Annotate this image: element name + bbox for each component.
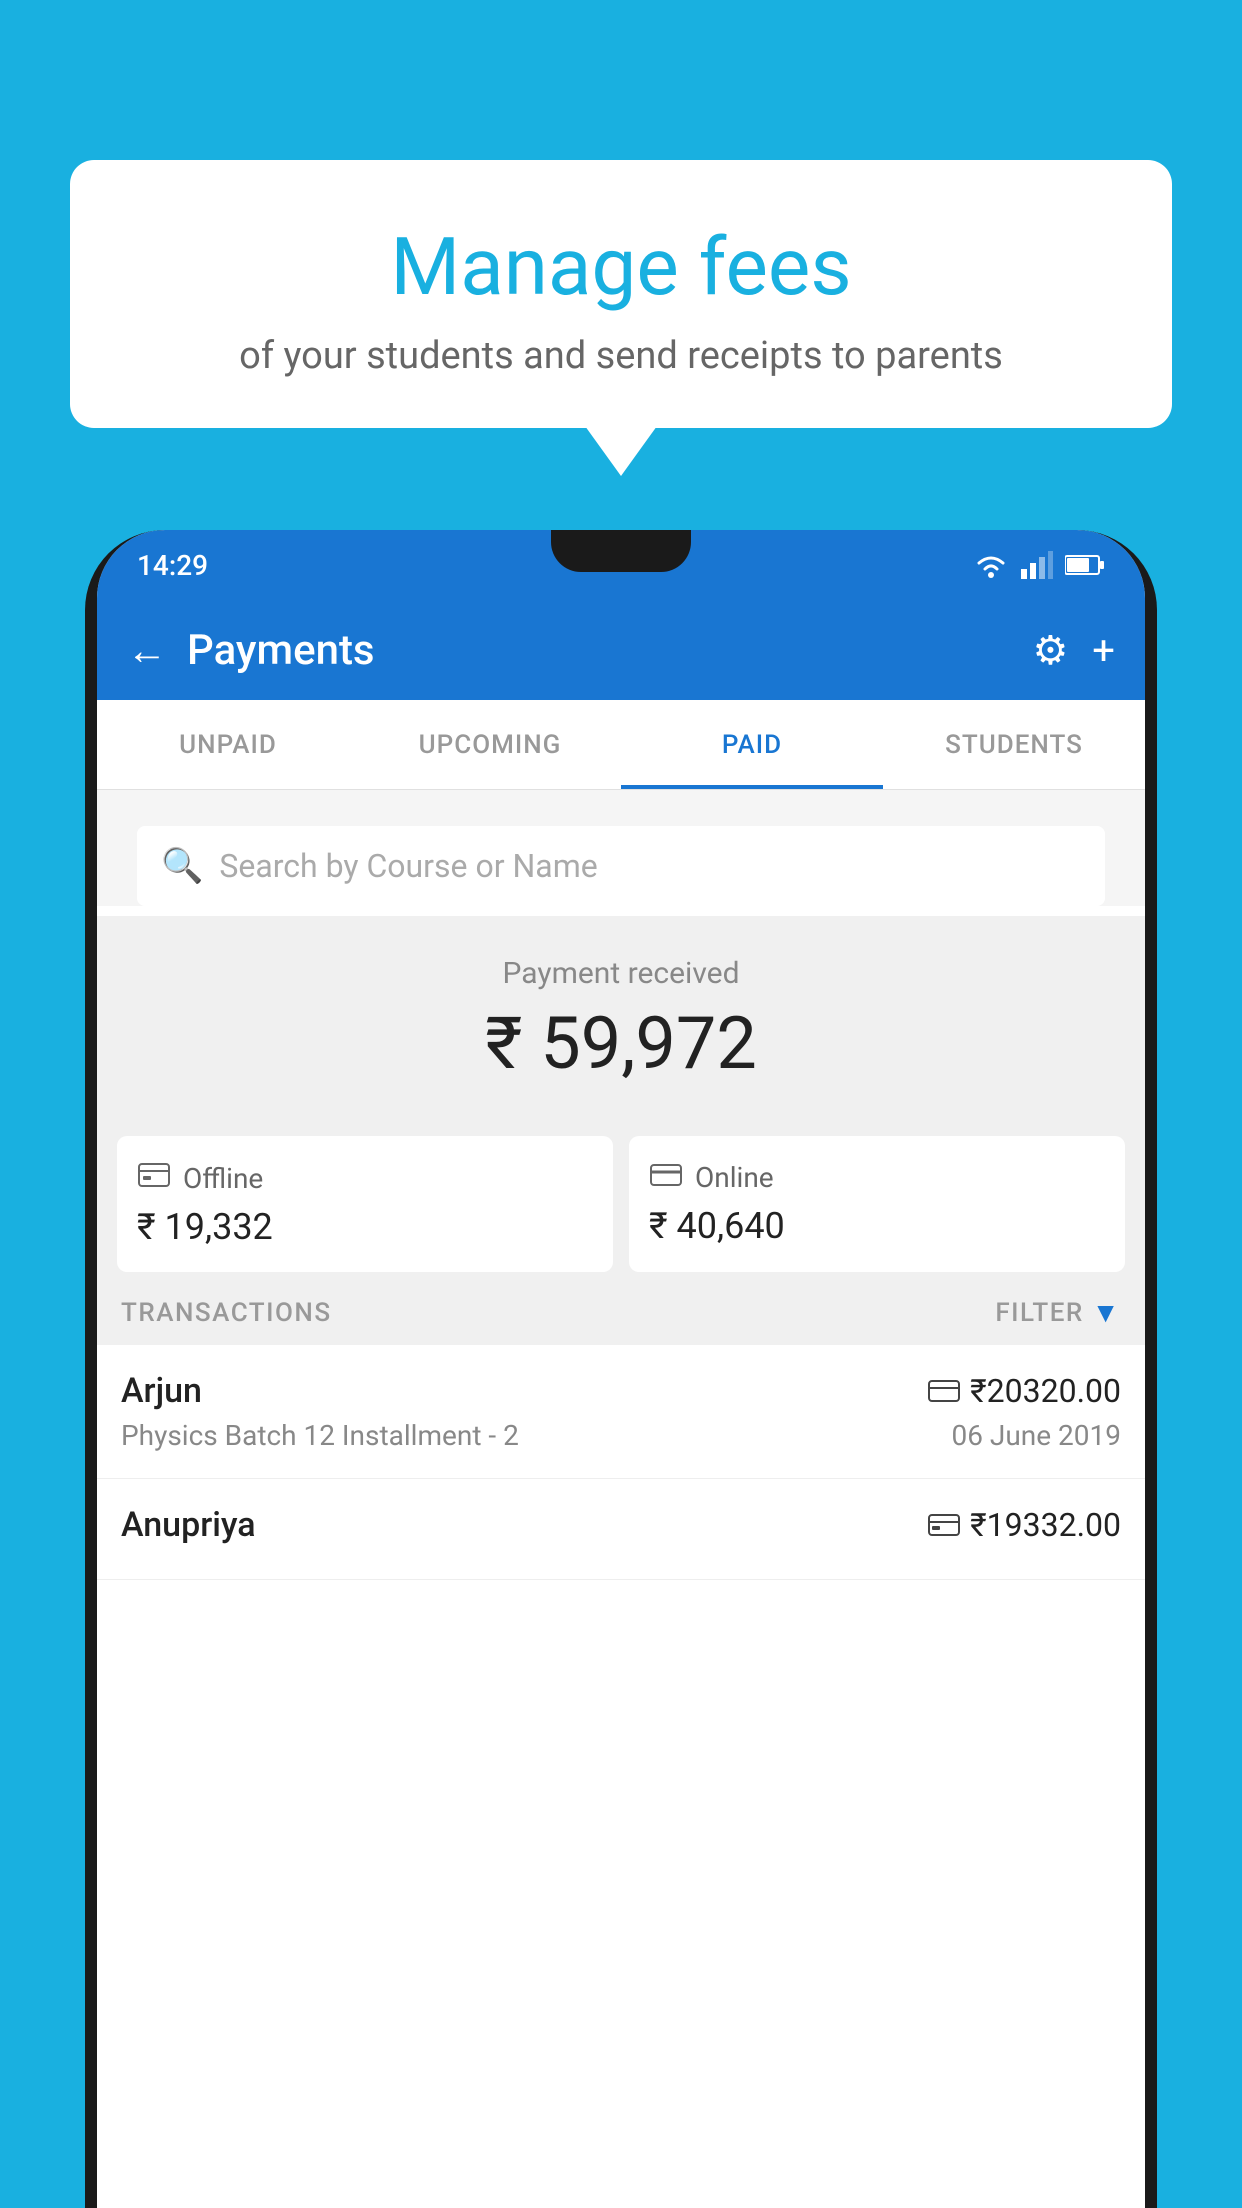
online-amount: ₹ 40,640 — [649, 1205, 1105, 1247]
search-bar[interactable]: 🔍 Search by Course or Name — [137, 826, 1105, 906]
wifi-icon — [973, 551, 1009, 579]
payment-summary: Payment received ₹ 59,972 — [97, 916, 1145, 1116]
transaction-amount-row: ₹20320.00 — [928, 1372, 1121, 1410]
add-icon[interactable]: + — [1092, 627, 1115, 674]
app-title: Payments — [187, 626, 1012, 675]
online-icon — [649, 1160, 683, 1195]
transactions-header: TRANSACTIONS FILTER ▼ — [97, 1272, 1145, 1345]
transaction-name: Anupriya — [121, 1505, 256, 1545]
signal-icon — [1021, 551, 1053, 579]
filter-label: FILTER — [995, 1298, 1083, 1328]
battery-icon — [1065, 554, 1105, 576]
filter-icon: ▼ — [1092, 1296, 1121, 1329]
transaction-item[interactable]: Arjun ₹20320.00 Physics Batch 12 Install… — [97, 1345, 1145, 1479]
payment-received-label: Payment received — [117, 956, 1125, 991]
offline-amount: ₹ 19,332 — [137, 1206, 593, 1248]
online-label: Online — [695, 1161, 774, 1194]
filter-button[interactable]: FILTER ▼ — [995, 1296, 1121, 1329]
offline-payment-card: Offline ₹ 19,332 — [117, 1136, 613, 1272]
status-bar: 14:29 — [97, 530, 1145, 600]
transaction-amount: ₹19332.00 — [970, 1506, 1121, 1544]
tab-students[interactable]: STUDENTS — [883, 700, 1145, 789]
transaction-date: 06 June 2019 — [951, 1419, 1121, 1452]
transaction-item[interactable]: Anupriya ₹19332.00 — [97, 1479, 1145, 1580]
transactions-label: TRANSACTIONS — [121, 1298, 332, 1328]
search-icon: 🔍 — [161, 846, 203, 886]
offline-card-icon — [928, 1512, 960, 1538]
payment-total-amount: ₹ 59,972 — [117, 1001, 1125, 1086]
manage-fees-subtitle: of your students and send receipts to pa… — [110, 334, 1132, 378]
transaction-amount: ₹20320.00 — [970, 1372, 1121, 1410]
tab-paid[interactable]: PAID — [621, 700, 883, 789]
online-payment-card: Online ₹ 40,640 — [629, 1136, 1125, 1272]
status-time: 14:29 — [137, 549, 208, 582]
phone-frame: 14:29 — [85, 530, 1157, 2208]
manage-fees-title: Manage fees — [110, 220, 1132, 314]
notch — [551, 530, 691, 572]
app-bar-actions: ⚙ + — [1032, 627, 1115, 674]
offline-label: Offline — [183, 1162, 263, 1195]
tab-bar: UNPAID UPCOMING PAID STUDENTS — [97, 700, 1145, 790]
transaction-amount-row: ₹19332.00 — [928, 1506, 1121, 1544]
card-icon — [928, 1378, 960, 1404]
transaction-course: Physics Batch 12 Installment - 2 — [121, 1419, 519, 1452]
phone-screen: 14:29 — [97, 530, 1145, 2208]
search-input[interactable]: Search by Course or Name — [219, 847, 597, 885]
transaction-name: Arjun — [121, 1371, 202, 1411]
payment-cards: Offline ₹ 19,332 Online ₹ 4 — [97, 1116, 1145, 1272]
tab-upcoming[interactable]: UPCOMING — [359, 700, 621, 789]
status-icons — [973, 551, 1105, 579]
app-bar: ← Payments ⚙ + — [97, 600, 1145, 700]
tab-unpaid[interactable]: UNPAID — [97, 700, 359, 789]
settings-icon[interactable]: ⚙ — [1032, 627, 1068, 674]
offline-icon — [137, 1160, 171, 1196]
back-button[interactable]: ← — [127, 627, 167, 674]
speech-bubble: Manage fees of your students and send re… — [70, 160, 1172, 428]
